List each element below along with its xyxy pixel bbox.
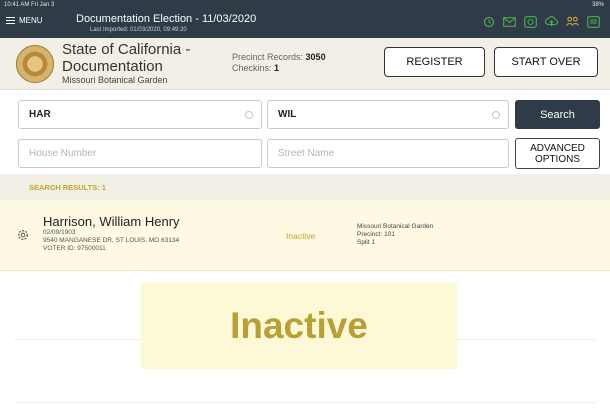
checkins-label: Checkins: bbox=[232, 63, 272, 73]
voter-address: 9540 MANGANESE DR, ST LOUIS, MO 63134 bbox=[43, 237, 180, 244]
results-header: SEARCH RESULTS: 1 bbox=[0, 174, 610, 200]
users-icon[interactable] bbox=[566, 16, 579, 27]
split-number: Split 1 bbox=[357, 239, 376, 246]
advanced-line2: OPTIONS bbox=[534, 153, 580, 165]
inactive-status-text: Inactive bbox=[230, 305, 368, 346]
history-icon[interactable] bbox=[482, 16, 495, 27]
records-value: 3050 bbox=[305, 52, 326, 62]
house-number-input[interactable]: House Number bbox=[18, 139, 262, 168]
checkins-value: 1 bbox=[274, 63, 280, 73]
election-title: Documentation Election - 11/03/2020 bbox=[76, 13, 257, 25]
street-name-placeholder: Street Name bbox=[278, 148, 335, 159]
search-form: HAR WIL Search House Number Street Name … bbox=[0, 90, 610, 174]
results-count: SEARCH RESULTS: 1 bbox=[29, 183, 106, 192]
last-name-value: HAR bbox=[29, 109, 51, 120]
polling-location: Missouri Botanical Garden bbox=[62, 75, 168, 85]
gear-icon[interactable] bbox=[16, 228, 30, 242]
upload-icon[interactable] bbox=[545, 16, 558, 27]
mail-icon[interactable] bbox=[503, 16, 516, 27]
voter-status-badge: Inactive bbox=[286, 231, 316, 241]
clear-icon[interactable] bbox=[245, 111, 253, 119]
last-name-input[interactable]: HAR bbox=[18, 100, 262, 129]
first-name-input[interactable]: WIL bbox=[267, 100, 509, 129]
voter-name: Harrison, William Henry bbox=[43, 214, 180, 229]
voter-dob: 02/09/1903 bbox=[43, 229, 76, 236]
status-time: 10:41 AM Fri Jan 3 bbox=[4, 2, 55, 8]
inactive-status-overlay: Inactive bbox=[141, 283, 457, 369]
battery-status: 38% bbox=[591, 2, 604, 8]
last-imported: Last Imported: 01/03/2020, 09:49:20 bbox=[90, 27, 187, 33]
menu-label: MENU bbox=[19, 16, 43, 25]
advanced-line1: ADVANCED bbox=[530, 142, 585, 154]
state-seal-logo bbox=[16, 45, 54, 83]
jurisdiction-name: State of California - Documentation bbox=[62, 41, 222, 75]
polling-place: Missouri Botanical Garden bbox=[357, 223, 434, 230]
menu-button[interactable]: MENU bbox=[6, 16, 43, 25]
house-number-placeholder: House Number bbox=[29, 148, 97, 159]
jurisdiction-line2: Documentation bbox=[62, 58, 163, 75]
hamburger-icon bbox=[6, 17, 15, 25]
street-name-input[interactable]: Street Name bbox=[267, 139, 509, 168]
toolbar-icons bbox=[482, 15, 600, 28]
voter-result-row[interactable]: Harrison, William Henry 02/09/1903 9540 … bbox=[0, 200, 610, 271]
top-bar: 10:41 AM Fri Jan 3 38% MENU Documentatio… bbox=[0, 0, 610, 38]
voter-id: VOTER ID: 97500011 bbox=[43, 245, 106, 252]
precinct-number: Precinct: 101 bbox=[357, 231, 395, 238]
start-over-button[interactable]: START OVER bbox=[494, 47, 598, 77]
app-screen: 10:41 AM Fri Jan 3 38% MENU Documentatio… bbox=[0, 0, 610, 409]
first-name-value: WIL bbox=[278, 109, 297, 120]
search-button[interactable]: Search bbox=[515, 100, 600, 129]
voter-details: 02/09/1903 9540 MANGANESE DR, ST LOUIS, … bbox=[43, 229, 179, 253]
advanced-options-button[interactable]: ADVANCED OPTIONS bbox=[515, 138, 600, 169]
records-label: Precinct Records: bbox=[232, 52, 304, 62]
divider bbox=[14, 402, 596, 403]
precinct-stats: Precinct Records: 3050 Checkins: 1 bbox=[232, 52, 326, 74]
register-button[interactable]: REGISTER bbox=[384, 47, 485, 77]
precinct-info: Missouri Botanical Garden Precinct: 101 … bbox=[357, 223, 433, 247]
jurisdiction-line1: State of California - bbox=[62, 41, 191, 58]
sync-icon[interactable] bbox=[524, 15, 537, 28]
jurisdiction-header: State of California - Documentation Miss… bbox=[0, 38, 610, 90]
clear-icon[interactable] bbox=[492, 111, 500, 119]
tablet-icon[interactable] bbox=[587, 15, 600, 28]
